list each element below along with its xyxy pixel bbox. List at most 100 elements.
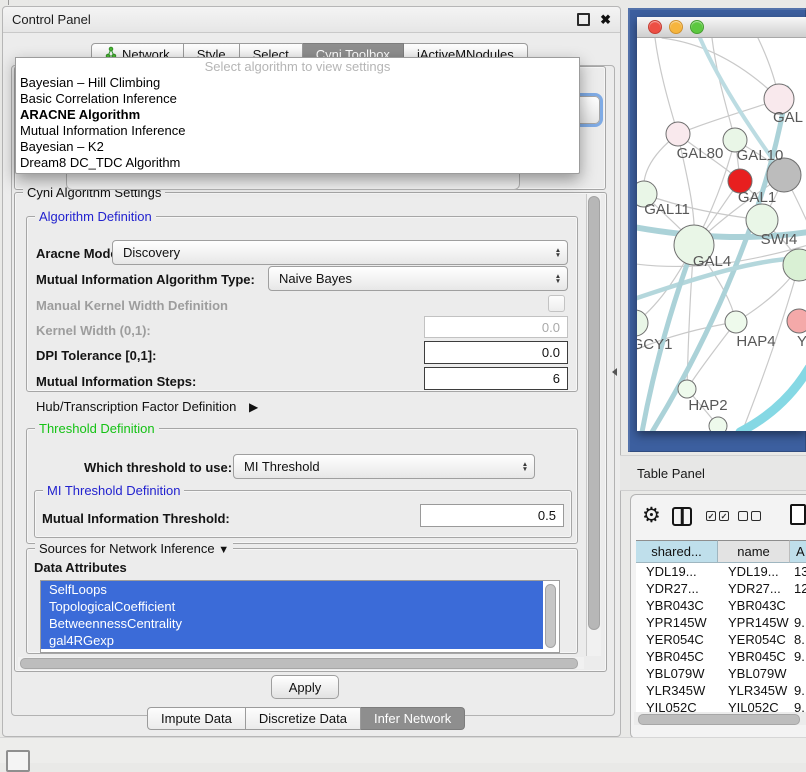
algorithm-definition-title: Algorithm Definition (35, 209, 156, 224)
node-label[interactable]: GAL10 (737, 147, 784, 164)
settings-horizontal-scrollbar-thumb[interactable] (20, 658, 578, 669)
table-header: shared... name A (636, 540, 806, 563)
top-edge-mark (8, 0, 9, 5)
node-label[interactable]: GAL (773, 109, 803, 126)
tab-infer-network[interactable]: Infer Network (361, 707, 465, 730)
sources-group-title[interactable]: Sources for Network Inference ▼ (35, 541, 233, 556)
select-all-checkbox-icon[interactable]: ✓ (706, 511, 716, 521)
algorithm-option-aracne-algorithm[interactable]: ARACNE Algorithm (16, 107, 579, 123)
node[interactable] (725, 311, 747, 333)
file-icon[interactable] (790, 504, 806, 525)
attribute-item-gal4rgexp[interactable]: gal4RGexp (41, 632, 543, 649)
panel-splitter-arrow[interactable] (612, 368, 617, 376)
algorithm-option-bayesian-k2[interactable]: Bayesian – K2 (16, 139, 579, 155)
node-label[interactable]: SWI4 (761, 231, 798, 248)
mi-threshold-label: Mutual Information Threshold: (42, 511, 230, 526)
table-row[interactable]: YDL19...YDL19...13 (636, 563, 806, 580)
stepper-icon: ▲▼ (549, 248, 567, 258)
minimized-panel-icon[interactable] (6, 750, 30, 772)
close-icon[interactable]: ✖ (600, 15, 611, 25)
select-all-checkbox-icon2[interactable]: ✓ (719, 511, 729, 521)
mi-steps-input[interactable]: 6 (424, 367, 568, 390)
float-window-icon[interactable] (577, 13, 590, 26)
column-header-partial[interactable]: A (790, 540, 806, 563)
table-row[interactable]: YBR043CYBR043C (636, 597, 806, 614)
attributes-scrollbar[interactable] (543, 581, 557, 650)
node-label[interactable]: GAL1 (738, 189, 776, 206)
table-row[interactable]: YIL052CYIL052C9. (636, 699, 806, 712)
cyni-bottom-tabs: Impute DataDiscretize DataInfer Network (147, 707, 465, 730)
table-cell: YBL079W (718, 665, 790, 682)
data-attributes-list[interactable]: SelfLoopsTopologicalCoefficientBetweenne… (40, 580, 560, 653)
node[interactable] (787, 309, 806, 333)
node-label[interactable]: Y (797, 333, 806, 350)
node[interactable] (678, 380, 696, 398)
settings-vertical-scrollbar[interactable] (586, 194, 601, 656)
kernel-width-input[interactable]: 0.0 (424, 316, 568, 338)
node[interactable] (666, 122, 690, 146)
columns-icon[interactable] (672, 507, 692, 526)
network-canvas[interactable]: GAL GAL80 GAL10 GAL11 GAL1 SWI4 GAL4 GCY1 HAP4 Y H… (637, 38, 806, 431)
table-row[interactable]: YBR045CYBR045C9. (636, 648, 806, 665)
apply-button[interactable]: Apply (271, 675, 339, 699)
table-row[interactable]: YBL079WYBL079W (636, 665, 806, 682)
attribute-item-selfloops[interactable]: SelfLoops (41, 581, 543, 598)
table-cell: YIL052C (636, 699, 718, 712)
which-threshold-select[interactable]: MI Threshold ▲▼ (233, 454, 535, 479)
close-traffic-light-icon[interactable] (648, 20, 662, 34)
mi-threshold-input[interactable]: 0.5 (420, 504, 564, 527)
attribute-item-betweennesscentrality[interactable]: BetweennessCentrality (41, 615, 543, 632)
node-label[interactable]: HAP4 (736, 333, 775, 350)
deselect-all-checkbox-icon2[interactable] (751, 511, 761, 521)
table-row[interactable]: YDR27...YDR27...12 (636, 580, 806, 597)
table-row[interactable]: YLR345WYLR345W9. (636, 682, 806, 699)
collapsed-arrow-icon: ▶ (249, 400, 258, 414)
table-horizontal-scrollbar-thumb[interactable] (638, 714, 800, 725)
settings-horizontal-scrollbar[interactable] (18, 657, 584, 669)
node-label[interactable]: GAL80 (677, 145, 724, 162)
table-row[interactable]: YPR145WYPR145W9. (636, 614, 806, 631)
attribute-item-topologicalcoefficient[interactable]: TopologicalCoefficient (41, 598, 543, 615)
table-cell: 9. (790, 699, 806, 712)
settings-vertical-scrollbar-thumb[interactable] (588, 196, 600, 630)
table-row[interactable]: YER054CYER054C8. (636, 631, 806, 648)
table-cell: YBR045C (718, 648, 790, 665)
algorithm-option-basic-correlation-inference[interactable]: Basic Correlation Inference (16, 91, 579, 107)
tab-impute-data[interactable]: Impute Data (147, 707, 246, 730)
algorithm-option-mutual-information-inference[interactable]: Mutual Information Inference (16, 123, 579, 139)
node[interactable] (783, 249, 806, 281)
algorithm-option-bayesian-hill-climbing[interactable]: Bayesian – Hill Climbing (16, 75, 579, 91)
manual-kernel-checkbox[interactable] (548, 295, 565, 312)
node-label[interactable]: GAL4 (693, 253, 731, 270)
table-cell (790, 597, 806, 614)
dpi-tolerance-label: DPI Tolerance [0,1]: (36, 348, 156, 363)
column-header-name[interactable]: name (718, 540, 790, 563)
node-label[interactable]: GCY1 (637, 336, 672, 353)
table-cell: YIL052C (718, 699, 790, 712)
gear-icon[interactable]: ⚙ (642, 505, 661, 527)
dpi-tolerance-input[interactable]: 0.0 (424, 341, 568, 364)
table-cell: 8. (790, 631, 806, 648)
mi-steps-label: Mutual Information Steps: (36, 374, 196, 389)
attributes-scrollbar-thumb[interactable] (545, 584, 556, 648)
mi-threshold-value: 0.5 (538, 508, 556, 523)
apply-button-label: Apply (289, 680, 322, 695)
aracne-mode-select[interactable]: Discovery ▲▼ (112, 240, 568, 265)
node-label[interactable]: HAP2 (688, 397, 727, 414)
node-label[interactable]: GAL11 (644, 201, 690, 218)
zoom-traffic-light-icon[interactable] (690, 20, 704, 34)
tab-discretize-data[interactable]: Discretize Data (246, 707, 361, 730)
mi-type-select[interactable]: Naive Bayes ▲▼ (268, 266, 568, 291)
minimize-traffic-light-icon[interactable] (669, 20, 683, 34)
deselect-all-checkbox-icon[interactable] (738, 511, 748, 521)
algorithm-option-dream8-dc-tdc-algorithm[interactable]: Dream8 DC_TDC Algorithm (16, 155, 579, 171)
control-panel-titlebar: Control Panel ✖ (3, 7, 620, 33)
table-cell: 13 (790, 563, 806, 580)
table-cell: YER054C (636, 631, 718, 648)
hub-definition-toggle[interactable]: Hub/Transcription Factor Definition ▶ (36, 399, 258, 414)
table-horizontal-scrollbar[interactable] (634, 712, 806, 725)
node[interactable] (709, 417, 727, 431)
edge (662, 38, 779, 99)
column-header-shared[interactable]: shared... (636, 540, 718, 563)
mi-type-label: Mutual Information Algorithm Type: (36, 272, 255, 287)
